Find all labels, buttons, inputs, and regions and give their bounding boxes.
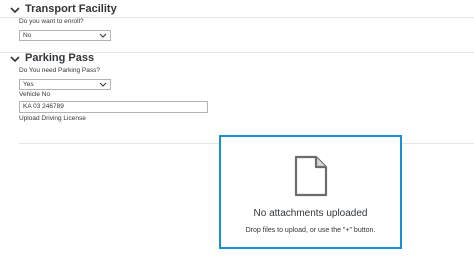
enroll-select[interactable]: No: [19, 30, 111, 41]
document-icon: [294, 155, 328, 197]
parking-need-select[interactable]: Yes: [19, 79, 111, 90]
vehicle-no-input[interactable]: KA 03 246789: [19, 101, 208, 113]
parking-need-label: Do You need Parking Pass?: [19, 67, 100, 74]
vehicle-no-label: Vehicle No: [19, 91, 51, 98]
dropzone-hint: Drop files to upload, or use the "+" but…: [245, 227, 376, 234]
chevron-down-icon: [99, 82, 107, 87]
parking-collapse-chevron-icon[interactable]: [9, 54, 21, 64]
enroll-label: Do you want to enroll?: [19, 18, 84, 25]
transport-section-title: Transport Facility: [25, 3, 117, 15]
upload-license-label: Upload Driving License: [19, 115, 86, 122]
attachment-dropzone[interactable]: No attachments uploaded Drop files to up…: [219, 135, 402, 249]
no-attachments-title: No attachments uploaded: [253, 208, 368, 219]
transport-collapse-chevron-icon[interactable]: [9, 5, 21, 15]
parking-section-title: Parking Pass: [25, 52, 95, 64]
parking-need-select-value: Yes: [23, 81, 34, 88]
enroll-select-value: No: [23, 32, 32, 39]
chevron-down-icon: [99, 33, 107, 38]
